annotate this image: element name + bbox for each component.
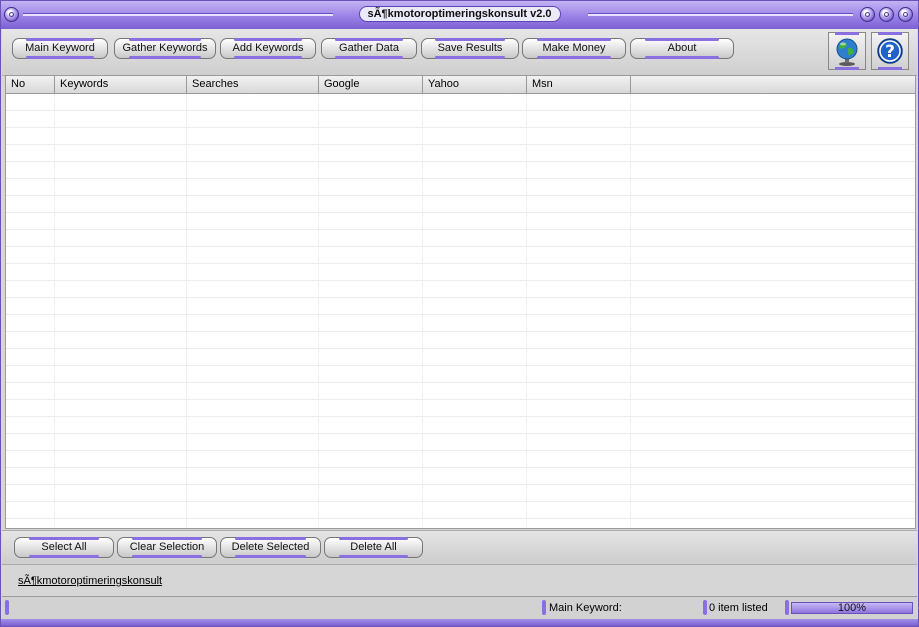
keywords-table[interactable]: No Keywords Searches Google Yahoo Msn	[5, 75, 916, 529]
items-listed-status: 0 item listed	[709, 602, 768, 614]
svg-text:?: ?	[885, 42, 895, 62]
add-keywords-button[interactable]: Add Keywords	[220, 38, 316, 59]
link-bar: sÃ¶kmotoroptimeringskonsult	[2, 564, 917, 595]
gather-keywords-button[interactable]: Gather Keywords	[114, 38, 216, 59]
table-body[interactable]	[6, 94, 915, 528]
column-header-msn[interactable]: Msn	[527, 76, 631, 93]
column-header-keywords[interactable]: Keywords	[55, 76, 187, 93]
table-header: No Keywords Searches Google Yahoo Msn	[6, 76, 915, 94]
column-header-no[interactable]: No	[6, 76, 55, 93]
column-header-searches[interactable]: Searches	[187, 76, 319, 93]
column-header-yahoo[interactable]: Yahoo	[423, 76, 527, 93]
globe-icon	[836, 38, 858, 66]
maximize-icon[interactable]	[879, 7, 894, 22]
help-button[interactable]: ?	[871, 32, 909, 70]
website-link[interactable]: sÃ¶kmotoroptimeringskonsult	[18, 575, 162, 587]
main-keyword-button[interactable]: Main Keyword	[12, 38, 108, 59]
minimize-icon[interactable]	[860, 7, 875, 22]
delete-all-button[interactable]: Delete All	[324, 537, 423, 558]
select-all-button[interactable]: Select All	[14, 537, 114, 558]
window-title: sÃ¶kmotoroptimeringskonsult v2.0	[358, 6, 561, 22]
app-window: sÃ¶kmotoroptimeringskonsult v2.0 Main Ke…	[0, 0, 919, 627]
about-button[interactable]: About	[630, 38, 734, 59]
clear-selection-button[interactable]: Clear Selection	[117, 537, 217, 558]
make-money-button[interactable]: Make Money	[522, 38, 626, 59]
system-menu-icon[interactable]	[4, 7, 19, 22]
status-bar: Main Keyword: 0 item listed 100%	[2, 596, 917, 619]
globe-button[interactable]	[828, 32, 866, 70]
progress-label: 100%	[837, 602, 867, 614]
title-bar[interactable]: sÃ¶kmotoroptimeringskonsult v2.0	[1, 1, 918, 29]
save-results-button[interactable]: Save Results	[421, 38, 519, 59]
gather-data-button[interactable]: Gather Data	[321, 38, 417, 59]
toolbar: Main Keyword Gather Keywords Add Keyword…	[2, 29, 917, 76]
help-icon: ?	[877, 38, 903, 64]
close-icon[interactable]	[898, 7, 913, 22]
delete-selected-button[interactable]: Delete Selected	[220, 537, 321, 558]
window-bottom-border	[1, 619, 918, 626]
progress-bar: 100%	[791, 602, 913, 614]
selection-actions: Select All Clear Selection Delete Select…	[2, 530, 917, 564]
column-header-google[interactable]: Google	[319, 76, 423, 93]
main-keyword-status: Main Keyword:	[549, 602, 622, 614]
